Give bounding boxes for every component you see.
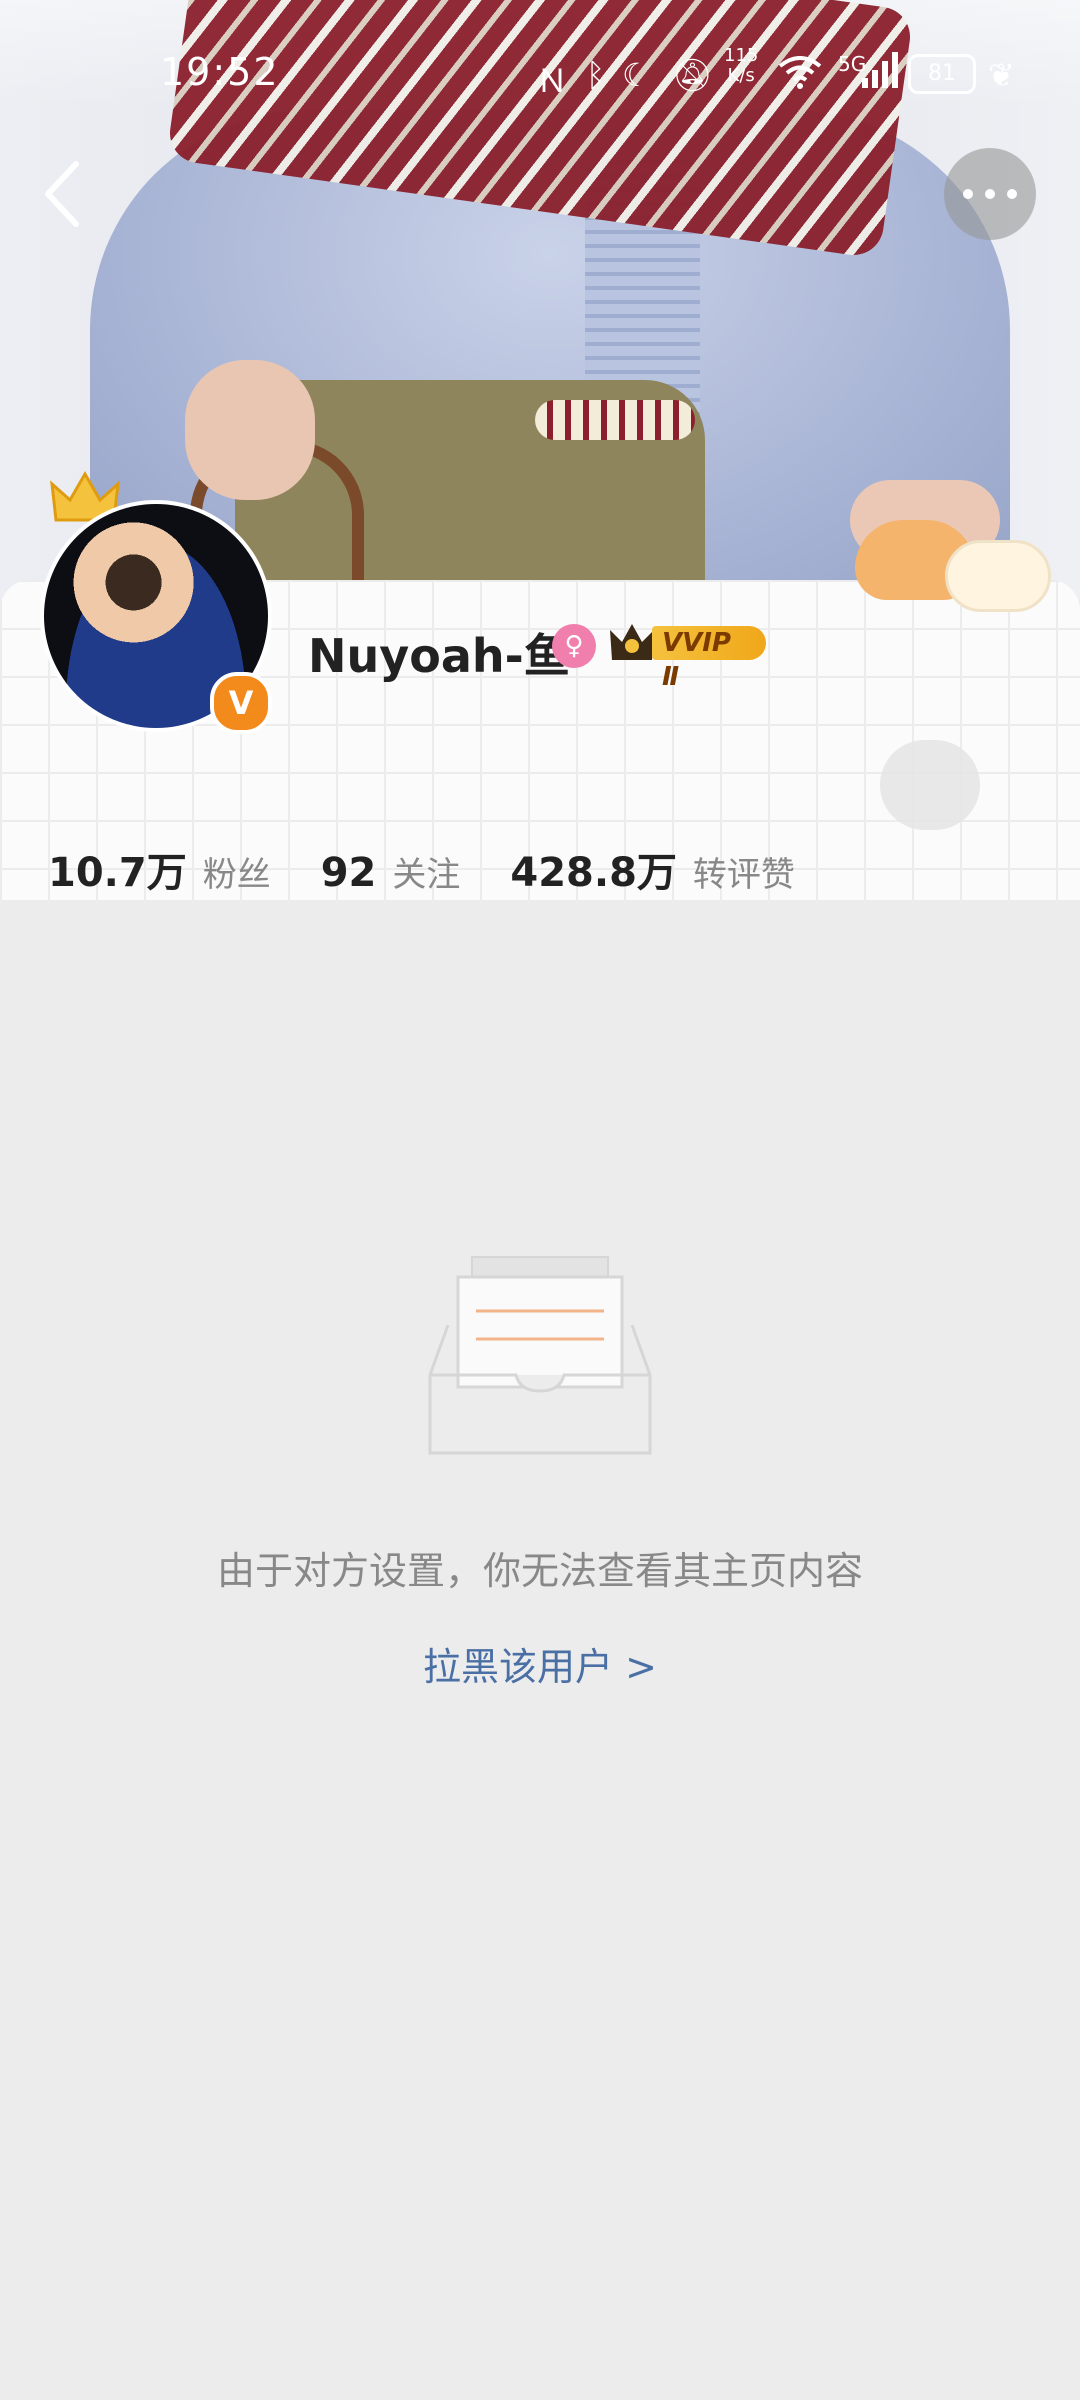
block-user-label: 拉黑该用户 [423, 1645, 614, 1689]
block-user-link[interactable]: 拉黑该用户 > [0, 1636, 1080, 1691]
empty-inbox-icon [428, 1256, 652, 1455]
network-speed: 115 K/s [724, 46, 758, 86]
back-button[interactable] [38, 158, 86, 230]
engagement-count: 428.8万 [510, 850, 677, 896]
vip-crown-icon [610, 624, 654, 660]
dot-icon [963, 189, 973, 199]
following-count[interactable]: 92 [321, 850, 377, 896]
empty-state-message: 由于对方设置，你无法查看其主页内容 [216, 1549, 863, 1593]
wifi-icon [778, 56, 822, 98]
chevron-left-icon [45, 161, 79, 227]
signal-icon [862, 52, 900, 96]
moon-icon: ☾ [622, 56, 651, 94]
dot-icon [985, 189, 995, 199]
status-time: 19:52 [160, 50, 280, 94]
profile-stats: 10.7万 粉丝 92 关注 428.8万 转评赞 [48, 840, 845, 898]
more-options-button[interactable] [944, 148, 1036, 240]
network-speed-unit: K/s [727, 65, 755, 86]
nfc-icon: Ｎ [536, 62, 569, 100]
vip-label: VVIP Ⅱ [652, 626, 766, 692]
battery-icon: 81 [908, 54, 976, 94]
mute-icon: 🔕︎ [672, 56, 713, 94]
rice-ball-decoration-icon [945, 540, 1051, 612]
battery-level: 81 [928, 61, 956, 86]
status-bar: 19:52 Ｎ ᛒ ☾ 🔕︎ 115 K/s 5G 81 ❦ [0, 40, 1080, 110]
username: Nuyoah-鱼 [308, 629, 570, 683]
dot-icon [1007, 189, 1017, 199]
following-label[interactable]: 关注 [392, 847, 460, 896]
bluetooth-icon: ᛒ [586, 56, 606, 94]
followers-label[interactable]: 粉丝 [203, 847, 271, 896]
followers-count[interactable]: 10.7万 [48, 840, 187, 898]
female-icon: ♀ [552, 624, 596, 668]
vip-badge[interactable]: VVIP Ⅱ [608, 620, 766, 692]
leaf-icon: ❦ [988, 56, 1015, 94]
network-speed-value: 115 [724, 45, 759, 66]
verified-badge: V [210, 672, 272, 734]
engagement-label: 转评赞 [692, 855, 795, 895]
chevron-right-icon: > [625, 1645, 657, 1689]
cover-hand-left [185, 360, 315, 500]
paw-decoration-icon [880, 740, 980, 830]
